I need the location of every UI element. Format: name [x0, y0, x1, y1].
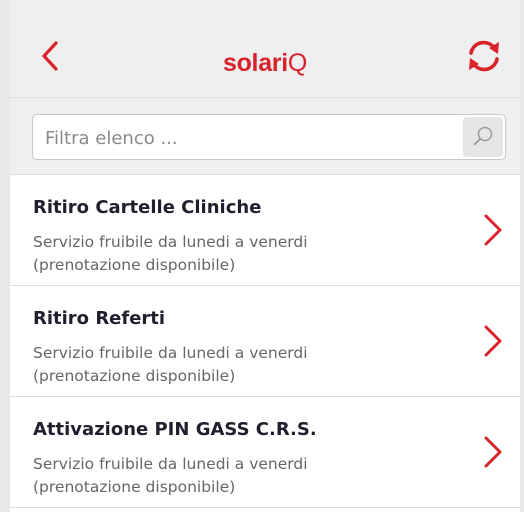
refresh-icon — [469, 40, 499, 72]
service-list: Ritiro Cartelle Cliniche Servizio fruibi… — [10, 175, 520, 508]
service-description: Servizio fruibile da lunedi a venerdi (p… — [33, 342, 433, 388]
service-item[interactable]: Ritiro Cartelle Cliniche Servizio fruibi… — [10, 175, 520, 286]
service-title: Ritiro Referti — [33, 308, 166, 329]
chevron-right-icon — [484, 214, 502, 246]
service-description-line-1: Servizio fruibile da lunedi a venerdi — [33, 455, 308, 473]
search-button[interactable] — [463, 117, 503, 157]
refresh-button[interactable] — [464, 36, 504, 76]
filter-input[interactable] — [43, 115, 447, 161]
service-item[interactable]: Attivazione PIN GASS C.R.S. Servizio fru… — [10, 397, 520, 508]
service-description-line-2: (prenotazione disponibile) — [33, 367, 236, 385]
app-logo-part-2: Q — [287, 49, 308, 77]
top-bar: solariQ — [10, 0, 520, 98]
service-description: Servizio fruibile da lunedi a venerdi (p… — [33, 453, 433, 499]
filter-box — [32, 114, 506, 161]
search-icon — [473, 126, 493, 146]
chevron-right-icon — [484, 325, 502, 357]
service-description-line-2: (prenotazione disponibile) — [33, 256, 236, 274]
filter-bar — [10, 98, 520, 175]
service-item[interactable]: Ritiro Referti Servizio fruibile da lune… — [10, 286, 520, 397]
app-frame: solariQ Ritiro Cartelle Cliniche — [10, 0, 520, 512]
chevron-right-icon — [484, 436, 502, 468]
service-description-line-1: Servizio fruibile da lunedi a venerdi — [33, 344, 308, 362]
service-description-line-2: (prenotazione disponibile) — [33, 478, 236, 496]
app-logo-part-1: solari — [222, 49, 288, 77]
service-title: Ritiro Cartelle Cliniche — [33, 197, 262, 218]
app-logo: solariQ — [10, 48, 520, 78]
service-title: Attivazione PIN GASS C.R.S. — [33, 419, 317, 440]
service-description-line-1: Servizio fruibile da lunedi a venerdi — [33, 233, 308, 251]
service-description: Servizio fruibile da lunedi a venerdi (p… — [33, 231, 433, 277]
